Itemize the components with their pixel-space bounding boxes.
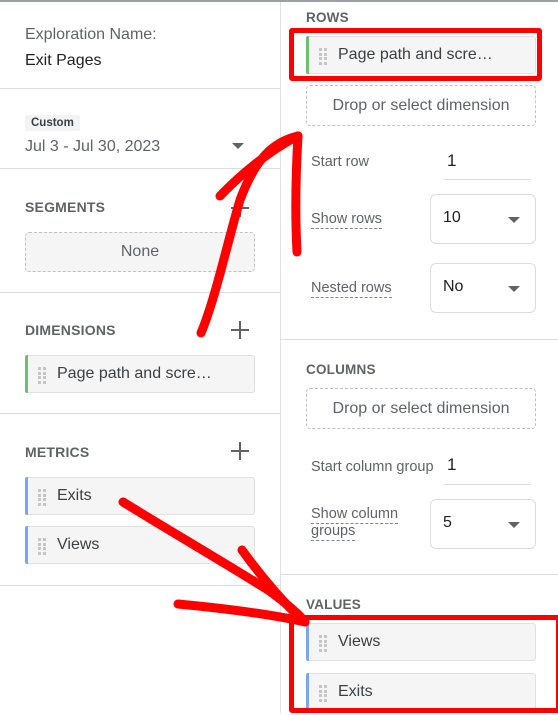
variables-panel: Exploration Name: Exit Pages Custom Jul … — [0, 2, 280, 713]
show-column-groups-label-line2: groups — [311, 523, 356, 541]
add-dimension-icon[interactable] — [230, 320, 250, 340]
show-column-groups-select[interactable]: 5 — [430, 499, 536, 549]
show-column-groups-value: 5 — [443, 514, 452, 531]
date-range-section[interactable]: Custom Jul 3 - Jul 30, 2023 — [0, 89, 280, 169]
metrics-section: METRICS Exits Views — [0, 414, 280, 586]
drag-handle-icon[interactable] — [319, 48, 327, 65]
nested-rows-label: Nested rows — [311, 280, 392, 298]
dimension-color-bar — [25, 355, 28, 393]
metrics-heading: METRICS — [25, 444, 90, 460]
show-column-groups-label-line1: Show column — [311, 506, 399, 524]
metric-color-bar — [25, 477, 28, 515]
show-rows-dropdown-icon — [508, 217, 520, 223]
value-chip-label: Views — [338, 633, 381, 650]
add-metric-icon[interactable] — [230, 441, 250, 461]
value-chip[interactable]: Exits — [306, 673, 536, 711]
dimension-chip[interactable]: Page path and scre… — [25, 355, 255, 393]
tab-settings-panel: ROWS Page path and scre… Drop or select … — [280, 2, 558, 713]
value-color-bar — [306, 623, 309, 661]
start-row-input[interactable]: 1 — [444, 151, 531, 180]
rows-section: ROWS Page path and scre… Drop or select … — [281, 2, 558, 340]
exploration-name-section: Exploration Name: Exit Pages — [0, 2, 280, 89]
date-preset-badge: Custom — [25, 115, 80, 131]
value-chip-label: Exits — [338, 683, 373, 700]
show-rows-value: 10 — [443, 209, 461, 226]
exploration-name-label: Exploration Name: — [25, 26, 157, 43]
date-range-value[interactable]: Jul 3 - Jul 30, 2023 — [25, 138, 160, 156]
columns-section: COLUMNS Drop or select dimension Start c… — [281, 340, 558, 575]
dimension-chip-label: Page path and scre… — [57, 365, 212, 382]
value-color-bar — [306, 673, 309, 711]
nested-rows-value: No — [443, 278, 464, 295]
metric-color-bar — [25, 526, 28, 564]
dimensions-heading: DIMENSIONS — [25, 322, 116, 338]
show-column-groups-label: Show column groups — [311, 506, 399, 541]
drag-handle-icon[interactable] — [38, 367, 46, 384]
rows-heading: ROWS — [306, 10, 349, 25]
rows-dimension-color-bar — [306, 36, 309, 74]
segments-dropzone[interactable]: None — [25, 232, 255, 272]
nested-rows-dropdown-icon — [508, 286, 520, 292]
date-dropdown-icon[interactable] — [232, 143, 244, 149]
nested-rows-select[interactable]: No — [430, 263, 536, 313]
drag-handle-icon[interactable] — [38, 489, 46, 506]
start-column-group-label: Start column group — [311, 459, 434, 475]
columns-drop-zone[interactable]: Drop or select dimension — [306, 388, 536, 429]
rows-dimension-chip-label: Page path and scre… — [338, 46, 493, 63]
values-heading: VALUES — [306, 597, 361, 612]
metric-chip-label: Views — [57, 536, 100, 553]
metric-chip[interactable]: Exits — [25, 477, 255, 515]
add-segment-icon[interactable] — [230, 198, 250, 218]
metric-chip-label: Exits — [57, 487, 92, 504]
show-rows-select[interactable]: 10 — [430, 194, 536, 244]
dimensions-section: DIMENSIONS Page path and scre… — [0, 293, 280, 414]
drag-handle-icon[interactable] — [38, 538, 46, 555]
exploration-name-input[interactable]: Exit Pages — [25, 52, 101, 70]
value-chip[interactable]: Views — [306, 623, 536, 661]
rows-dimension-chip[interactable]: Page path and scre… — [306, 36, 536, 74]
show-column-groups-dropdown-icon — [508, 522, 520, 528]
columns-heading: COLUMNS — [306, 362, 376, 377]
drag-handle-icon[interactable] — [319, 685, 327, 702]
start-row-label: Start row — [311, 154, 370, 170]
segments-heading: SEGMENTS — [25, 199, 106, 215]
drag-handle-icon[interactable] — [319, 635, 327, 652]
values-section: VALUES Views Exits — [281, 575, 558, 715]
start-column-group-input[interactable]: 1 — [444, 455, 531, 485]
metric-chip[interactable]: Views — [25, 526, 255, 564]
rows-drop-zone[interactable]: Drop or select dimension — [306, 85, 536, 126]
show-rows-label: Show rows — [311, 211, 382, 229]
segments-section: SEGMENTS None — [0, 169, 280, 293]
